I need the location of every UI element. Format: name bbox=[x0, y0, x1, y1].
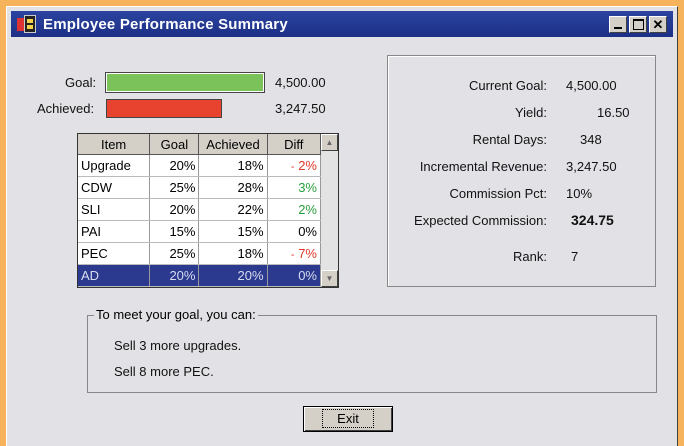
achieved-cell[interactable]: 20% bbox=[198, 264, 268, 287]
goal-cell[interactable]: 20% bbox=[149, 264, 200, 287]
diff-cell[interactable]: 0% bbox=[267, 264, 322, 287]
achieved-cell[interactable]: 28% bbox=[198, 176, 268, 199]
item-cell[interactable]: SLI bbox=[78, 198, 151, 221]
exit-button[interactable]: Exit bbox=[303, 406, 393, 432]
table-row[interactable]: SLI 20% 22% 2% bbox=[78, 198, 322, 221]
diff-value: 0% bbox=[298, 268, 317, 283]
goal-tips-group: To meet your goal, you can: Sell 3 more … bbox=[87, 307, 657, 393]
goal-cell[interactable]: 20% bbox=[149, 198, 200, 221]
expected-commission-label: Expected Commission: bbox=[414, 213, 547, 228]
yield-label: Yield: bbox=[514, 105, 547, 120]
maximize-button[interactable] bbox=[629, 15, 647, 33]
goal-bar-fill bbox=[107, 74, 263, 91]
column-header-achieved[interactable]: Achieved bbox=[198, 134, 268, 155]
goal-label: Goal: bbox=[65, 75, 97, 90]
goal-bar bbox=[105, 72, 265, 93]
column-header-goal[interactable]: Goal bbox=[149, 134, 200, 155]
diff-cell[interactable]: 3% bbox=[267, 176, 322, 199]
achieved-cell[interactable]: 22% bbox=[198, 198, 268, 221]
scroll-up-icon[interactable]: ▲ bbox=[321, 134, 338, 151]
diff-cell[interactable]: 2% bbox=[267, 198, 322, 221]
table-row[interactable]: AD 20% 20% 0% bbox=[78, 264, 322, 287]
yield-value: 16.50 bbox=[597, 105, 630, 120]
close-button[interactable]: ✕ bbox=[649, 15, 667, 33]
table-row[interactable]: CDW 25% 28% 3% bbox=[78, 176, 322, 199]
item-cell[interactable]: PAI bbox=[78, 220, 151, 243]
goal-tips-legend: To meet your goal, you can: bbox=[94, 307, 258, 322]
column-header-item[interactable]: Item bbox=[78, 134, 151, 155]
window-title: Employee Performance Summary bbox=[43, 15, 288, 33]
table-row[interactable]: PAI 15% 15% 0% bbox=[78, 220, 322, 243]
negative-marker: - bbox=[290, 161, 295, 173]
diff-value: 3% bbox=[298, 180, 317, 195]
goal-cell[interactable]: 25% bbox=[149, 176, 200, 199]
table-row[interactable]: PEC 25% 18% - 7% bbox=[78, 242, 322, 265]
rental-days-value: 348 bbox=[580, 132, 602, 147]
current-goal-label: Current Goal: bbox=[468, 78, 547, 93]
diff-cell[interactable]: - 7% bbox=[267, 242, 322, 265]
table-row[interactable]: Upgrade 20% 18% - 2% bbox=[78, 154, 322, 177]
column-header-diff[interactable]: Diff bbox=[267, 134, 322, 155]
diff-cell[interactable]: 0% bbox=[267, 220, 322, 243]
rank-label: Rank: bbox=[513, 249, 547, 264]
achieved-cell[interactable]: 18% bbox=[198, 154, 268, 177]
expected-commission-value: 324.75 bbox=[571, 212, 614, 228]
item-cell[interactable]: Upgrade bbox=[78, 154, 151, 177]
diff-value: 2% bbox=[298, 202, 317, 217]
minimize-button[interactable] bbox=[609, 15, 627, 33]
diff-value: 2% bbox=[298, 158, 317, 173]
diff-cell[interactable]: - 2% bbox=[267, 154, 322, 177]
achieved-label: Achieved: bbox=[37, 101, 95, 116]
goal-value: 4,500.00 bbox=[275, 75, 326, 90]
tip-line: Sell 3 more upgrades. bbox=[114, 338, 242, 353]
current-goal-value: 4,500.00 bbox=[566, 78, 617, 93]
achieved-cell[interactable]: 15% bbox=[198, 220, 268, 243]
summary-panel: Current Goal: 4,500.00 Yield: 16.50 Rent… bbox=[387, 55, 656, 287]
performance-grid[interactable]: Item Goal Achieved Diff Upgrade 20% 18% - 2… bbox=[77, 133, 339, 288]
scroll-down-icon[interactable]: ▼ bbox=[321, 270, 338, 287]
commission-pct-label: Commission Pct: bbox=[449, 186, 547, 201]
exit-button-label: Exit bbox=[322, 409, 374, 428]
item-cell[interactable]: AD bbox=[78, 264, 151, 287]
goal-cell[interactable]: 20% bbox=[149, 154, 200, 177]
achieved-bar bbox=[105, 98, 265, 119]
diff-value: 0% bbox=[298, 224, 317, 239]
negative-marker: - bbox=[290, 249, 295, 261]
item-cell[interactable]: CDW bbox=[78, 176, 151, 199]
commission-pct-value: 10% bbox=[566, 186, 593, 201]
incremental-revenue-label: Incremental Revenue: bbox=[419, 159, 547, 174]
goal-cell[interactable]: 25% bbox=[149, 242, 200, 265]
app-icon bbox=[17, 15, 37, 33]
achieved-value: 3,247.50 bbox=[275, 101, 326, 116]
exit-label-text: Exit bbox=[337, 411, 359, 426]
tip-line: Sell 8 more PEC. bbox=[114, 364, 214, 379]
achieved-cell[interactable]: 18% bbox=[198, 242, 268, 265]
goal-cell[interactable]: 15% bbox=[149, 220, 200, 243]
achieved-bar-fill bbox=[106, 99, 222, 118]
rank-value: 7 bbox=[571, 249, 579, 264]
title-bar[interactable]: Employee Performance Summary ✕ bbox=[11, 11, 673, 37]
item-cell[interactable]: PEC bbox=[78, 242, 151, 265]
rental-days-label: Rental Days: bbox=[472, 132, 547, 147]
incremental-revenue-value: 3,247.50 bbox=[566, 159, 617, 174]
grid-scrollbar[interactable]: ▲ ▼ bbox=[321, 134, 338, 287]
diff-value: 7% bbox=[298, 246, 317, 261]
app-window: Employee Performance Summary ✕ Goal: 4,5… bbox=[6, 6, 678, 446]
